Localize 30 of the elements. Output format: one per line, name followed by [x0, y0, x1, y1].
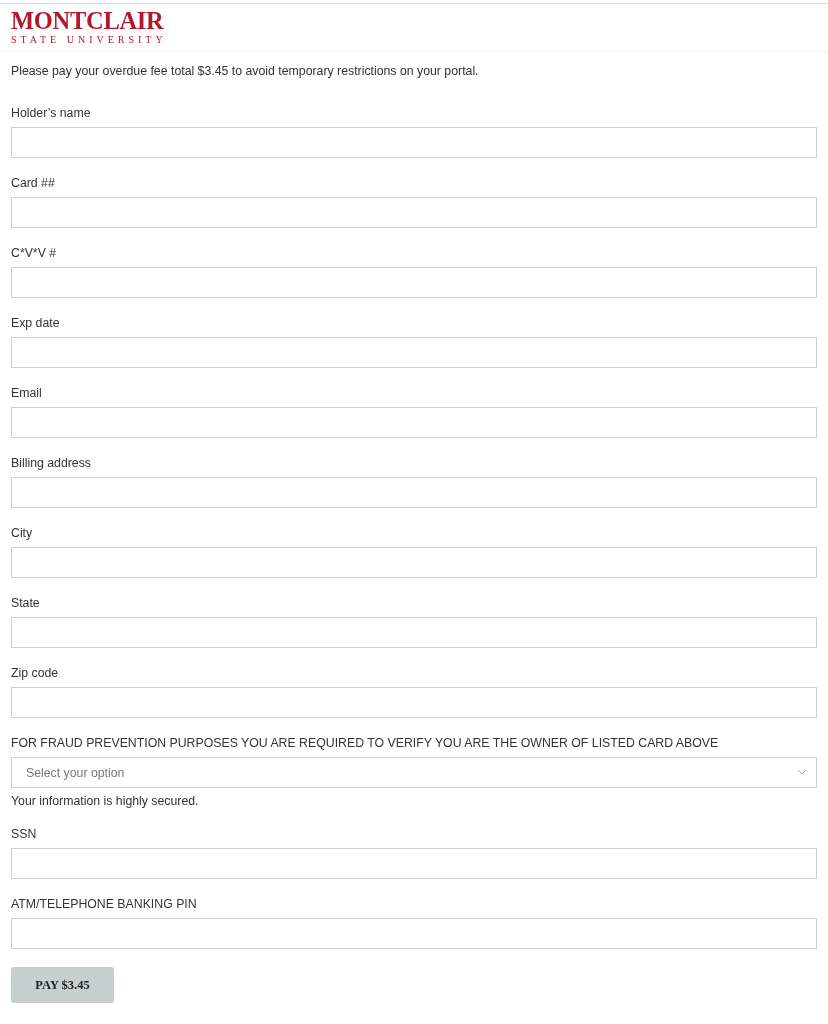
select-dropdown[interactable]: Select your option	[11, 757, 817, 788]
field-label: State	[11, 595, 41, 612]
input-field[interactable]	[11, 197, 817, 228]
field-label: Card ##	[11, 175, 56, 192]
input-field[interactable]	[11, 918, 817, 949]
field-label: City	[11, 525, 34, 542]
field-label: Email	[11, 385, 43, 402]
input-field[interactable]	[11, 687, 817, 718]
field-label: ATM/TELEPHONE BANKING PIN	[11, 896, 198, 913]
logo-title: MONTCLAIR	[11, 10, 165, 32]
input-field[interactable]	[11, 477, 817, 508]
input-field[interactable]	[11, 407, 817, 438]
field-label: Holder’s name	[11, 105, 92, 122]
input-field[interactable]	[11, 127, 817, 158]
security-note: Your information is highly secured.	[11, 793, 200, 810]
pay-button[interactable]: PAY $3.45	[11, 967, 114, 1003]
field-label: FOR FRAUD PREVENTION PURPOSES YOU ARE REQUIRED TO VERIFY YOU ARE THE OWNER OF LISTED CARD ABOVE	[11, 735, 720, 752]
notice-text: Please pay your overdue fee total $3.45 to avoid temporary restrictions on your portal.	[10, 63, 480, 80]
field-label: C*V*V #	[11, 245, 58, 262]
input-field[interactable]	[11, 547, 817, 578]
logo-subtitle: STATE UNIVERSITY	[11, 34, 167, 46]
field-label: Billing address	[11, 455, 92, 472]
chevron-down-icon	[798, 770, 806, 775]
input-field[interactable]	[11, 267, 817, 298]
field-label: Exp date	[11, 315, 61, 332]
field-label: Zip code	[11, 665, 60, 682]
input-field[interactable]	[11, 617, 817, 648]
input-field[interactable]	[11, 337, 817, 368]
field-label: SSN	[11, 826, 38, 843]
input-field[interactable]	[11, 848, 817, 879]
